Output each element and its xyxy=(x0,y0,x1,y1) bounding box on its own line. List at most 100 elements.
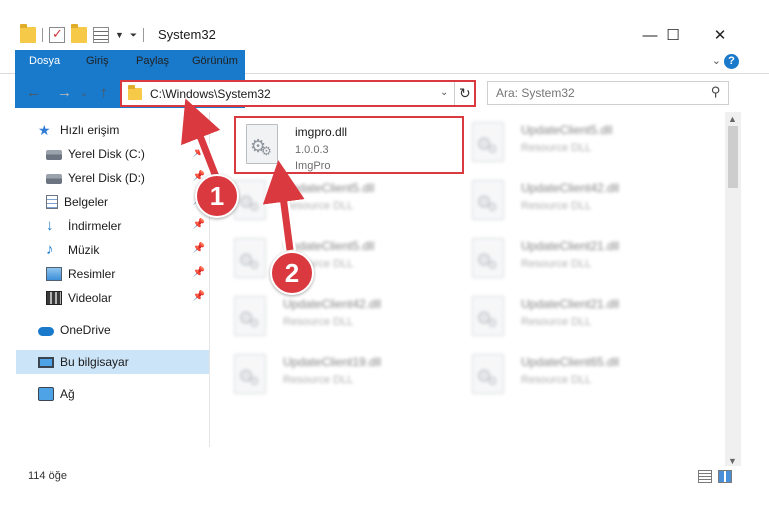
help-icon[interactable]: ? xyxy=(724,54,739,69)
file-item[interactable]: UpdateClient21.dll Resource DLL xyxy=(462,232,692,290)
sidebar-item-documents[interactable]: Belgeler 📌 xyxy=(46,190,209,214)
dll-file-icon xyxy=(472,122,504,162)
sidebar-item-this-pc[interactable]: Bu bilgisayar xyxy=(16,350,209,374)
sidebar-item-label: Ağ xyxy=(60,387,75,401)
sidebar-item-downloads[interactable]: ↓ İndirmeler 📌 xyxy=(46,214,209,238)
maximize-button[interactable]: ☐ xyxy=(650,24,696,46)
forward-arrow-icon[interactable]: → xyxy=(57,84,72,101)
pane-divider[interactable] xyxy=(209,112,210,447)
pin-icon[interactable]: 📌 xyxy=(193,267,205,278)
file-item[interactable]: UpdateClient65.dll Resource DLL xyxy=(462,348,692,406)
tab-view[interactable]: Görünüm xyxy=(180,50,250,73)
address-path[interactable]: C:\Windows\System32 xyxy=(150,87,271,101)
dll-file-icon xyxy=(234,354,266,394)
dll-file-icon xyxy=(472,296,504,336)
pin-icon[interactable]: 📌 xyxy=(193,291,205,302)
file-item[interactable]: UpdateClient19.dll Resource DLL xyxy=(224,348,454,406)
file-name: UpdateClient42.dll xyxy=(283,297,382,311)
sidebar-item-videos[interactable]: Videolar 📌 xyxy=(46,286,209,310)
dll-file-icon xyxy=(234,296,266,336)
address-bar[interactable]: C:\Windows\System32 ⌄ ↻ xyxy=(120,80,476,107)
folder-icon xyxy=(128,85,142,100)
sidebar-item-label: Yerel Disk (C:) xyxy=(68,147,145,161)
sidebar-item-label: Bu bilgisayar xyxy=(60,355,129,369)
dll-file-icon xyxy=(472,180,504,220)
file-name: imgpro.dll xyxy=(295,125,348,139)
tab-home[interactable]: Giriş xyxy=(74,50,121,73)
dll-file-icon xyxy=(234,238,266,278)
pin-icon[interactable]: 📌 xyxy=(193,219,205,230)
search-input[interactable] xyxy=(496,86,696,100)
music-icon: ♪ xyxy=(46,241,54,258)
file-item[interactable]: UpdateClient5.dll Resource DLL xyxy=(462,116,692,174)
file-description: Resource DLL xyxy=(521,316,592,328)
title-bar: ▼ ⏷ System32 — ☐ ✕ xyxy=(0,0,769,48)
file-name: UpdateClient42.dll xyxy=(521,181,620,195)
large-icons-view-icon[interactable] xyxy=(718,470,732,483)
pin-icon[interactable]: 📌 xyxy=(193,243,205,254)
pin-icon[interactable]: 📌 xyxy=(193,147,205,158)
computer-icon xyxy=(38,356,54,368)
sidebar-item-disk-d[interactable]: Yerel Disk (D:) 📌 xyxy=(46,166,209,190)
file-item[interactable]: UpdateClient42.dll Resource DLL xyxy=(462,174,692,232)
file-description: Resource DLL xyxy=(283,316,354,328)
scrollbar-thumb[interactable] xyxy=(728,126,738,188)
dll-file-icon xyxy=(246,124,278,164)
onedrive-icon xyxy=(38,327,54,336)
file-description: Resource DLL xyxy=(521,374,592,386)
file-item[interactable]: UpdateClient42.dll Resource DLL xyxy=(224,290,454,348)
dll-file-icon xyxy=(234,180,266,220)
network-icon xyxy=(38,387,54,401)
search-box[interactable]: ⚲ xyxy=(487,81,729,105)
sidebar-item-onedrive[interactable]: OneDrive xyxy=(38,318,209,342)
sidebar-item-quick-access[interactable]: ★ Hızlı erişim xyxy=(38,118,231,142)
file-name: UpdateClient65.dll xyxy=(521,355,620,369)
sidebar-item-label: Resimler xyxy=(68,267,116,281)
file-description: Resource DLL xyxy=(283,374,354,386)
recent-locations-icon[interactable]: ⌄ xyxy=(80,88,88,99)
disk-icon xyxy=(46,174,62,184)
expand-ribbon-icon[interactable]: ⌄ xyxy=(712,54,721,67)
new-folder-icon[interactable] xyxy=(71,24,87,43)
sidebar-item-network[interactable]: Ağ xyxy=(38,382,209,406)
file-description: ImgPro xyxy=(295,160,331,172)
ribbon-tabs: Dosya Giriş Paylaş Görünüm ⌄ ? xyxy=(0,50,769,108)
chevron-down-icon[interactable]: ⌄ xyxy=(440,87,448,98)
details-view-icon[interactable] xyxy=(698,470,712,483)
file-item-imgpro[interactable]: imgpro.dll 1.0.0.3 ImgPro xyxy=(234,116,464,174)
sidebar-item-label: Müzik xyxy=(68,243,100,257)
properties-icon[interactable] xyxy=(93,27,109,43)
scroll-down-icon[interactable]: ▼ xyxy=(728,456,737,466)
refresh-icon[interactable]: ↻ xyxy=(459,85,471,102)
file-item[interactable]: UpdateClient5.dll Resource DLL xyxy=(224,232,454,290)
scroll-up-icon[interactable]: ▲ xyxy=(728,114,737,124)
file-item[interactable]: UpdateClient21.dll Resource DLL xyxy=(462,290,692,348)
address-divider xyxy=(454,82,455,105)
disk-icon xyxy=(46,150,62,160)
sidebar-item-music[interactable]: ♪ Müzik 📌 xyxy=(46,238,209,262)
vertical-scrollbar[interactable]: ▲ ▼ xyxy=(725,112,741,468)
customize-toolbar-icon[interactable]: ⏷ xyxy=(130,30,137,41)
sidebar-item-pictures[interactable]: Resimler 📌 xyxy=(46,262,209,286)
tab-share[interactable]: Paylaş xyxy=(124,50,181,73)
file-description: Resource DLL xyxy=(521,142,592,154)
file-version: 1.0.0.3 xyxy=(295,144,329,156)
window-title: System32 xyxy=(158,27,216,42)
step-2-badge: 2 xyxy=(270,251,314,295)
back-arrow-icon[interactable]: ← xyxy=(26,84,41,101)
file-description: Resource DLL xyxy=(521,258,592,270)
item-count: 114 öğe xyxy=(28,470,67,482)
file-description: Resource DLL xyxy=(521,200,592,212)
sidebar-item-label: İndirmeler xyxy=(68,219,122,233)
search-icon[interactable]: ⚲ xyxy=(711,84,721,100)
file-item[interactable]: UpdateClient5.dll Resource DLL xyxy=(224,174,454,232)
up-arrow-icon[interactable]: ↑ xyxy=(100,84,108,101)
sidebar-item-disk-c[interactable]: Yerel Disk (C:) 📌 xyxy=(46,142,209,166)
status-bar: 114 öğe xyxy=(0,466,769,488)
properties-check-icon[interactable] xyxy=(49,26,65,43)
close-button[interactable]: ✕ xyxy=(697,24,743,46)
chevron-down-icon[interactable]: ▼ xyxy=(115,30,124,40)
documents-icon xyxy=(46,195,58,209)
file-name: UpdateClient21.dll xyxy=(521,297,620,311)
file-name: UpdateClient5.dll xyxy=(283,181,375,195)
